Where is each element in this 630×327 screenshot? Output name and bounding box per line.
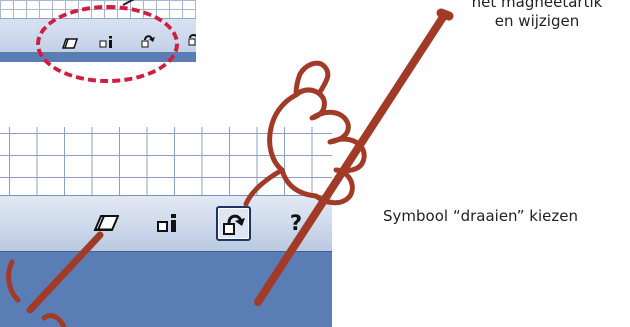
caption-line-2: en wijzigen: [494, 12, 580, 30]
eraser-button[interactable]: [90, 207, 122, 239]
highlight-ellipse: [36, 5, 179, 83]
canvas-grid: [0, 127, 332, 195]
instruction-caption: Symbool “draaien” kiezen: [383, 207, 578, 225]
content-panel: [0, 252, 332, 327]
eraser-icon: [93, 215, 119, 231]
info-button[interactable]: [152, 207, 184, 239]
rotate-button[interactable]: [216, 206, 251, 241]
caption-line-1: het magneetartik: [471, 0, 603, 11]
top-right-caption: het magneetartik en wijzigen: [444, 0, 630, 31]
partial-icon: [183, 33, 196, 49]
help-button[interactable]: ?: [280, 207, 312, 239]
rotate-icon: [222, 214, 245, 235]
main-toolbar-crop: ?: [0, 127, 332, 327]
info-icon: [157, 214, 176, 232]
help-icon: ?: [289, 211, 303, 235]
toolbar: ?: [0, 195, 332, 253]
